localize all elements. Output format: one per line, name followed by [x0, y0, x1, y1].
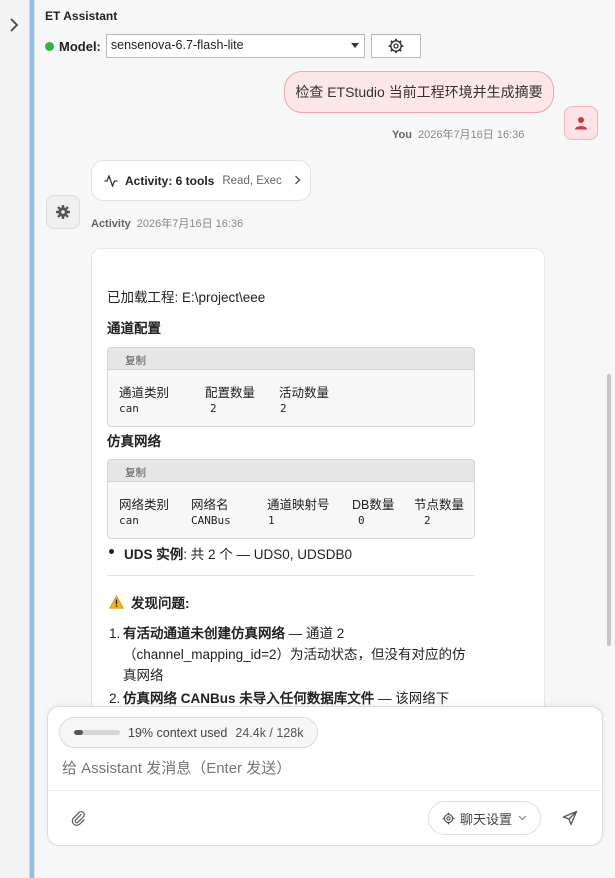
table-cell: can — [119, 514, 139, 527]
uds-text: : 共 2 个 — UDS0, UDSDB0 — [183, 547, 353, 562]
channel-table-header: 通道类别 配置数量 活动数量 — [108, 382, 474, 400]
table-header-cell: 配置数量 — [205, 386, 256, 400]
table-header-cell: 网络类别 — [119, 498, 170, 512]
copy-button[interactable]: 复制 — [108, 348, 474, 370]
message-composer: 19% context used 24.4k / 128k 聊天设置 — [47, 706, 604, 846]
status-dot — [45, 41, 54, 51]
table-row: can 2 2 — [108, 400, 474, 418]
user-message-bubble: 检查 ETStudio 当前工程环境并生成摘要 — [284, 71, 554, 113]
uds-label: UDS 实例 — [124, 547, 184, 562]
model-row: Model: sensenova-6.7-flash-lite — [45, 34, 421, 58]
table-cell: 2 — [210, 402, 217, 415]
table-cell: CANBus — [191, 514, 231, 527]
assistant-avatar — [46, 195, 80, 229]
issue-title: 有活动通道未创建仿真网络 — [123, 626, 285, 641]
activity-author: Activity — [91, 218, 131, 230]
send-icon[interactable] — [562, 810, 578, 831]
activity-title: Activity: 6 tools — [125, 173, 215, 188]
gear-icon — [442, 812, 455, 824]
user-time: 2026年7月16日 16:36 — [417, 129, 525, 141]
sim-network-heading: 仿真网络 — [107, 434, 161, 449]
model-select-value: sensenova-6.7-flash-lite — [110, 38, 244, 52]
copy-button[interactable]: 复制 — [108, 460, 474, 482]
loaded-project-text: 已加载工程: E:\project\eee — [107, 290, 266, 305]
divider — [107, 575, 475, 576]
context-usage-pill[interactable]: 19% context used 24.4k / 128k — [59, 717, 318, 748]
table-header-cell: 通道映射号 — [267, 498, 330, 512]
user-message-text: 检查 ETStudio 当前工程环境并生成摘要 — [295, 84, 543, 100]
side-rail — [0, 0, 30, 878]
chat-scrollbar[interactable] — [607, 374, 611, 646]
caret-down-icon — [350, 43, 359, 48]
panel-title: ET Assistant — [45, 9, 118, 23]
issues-heading-row: 发现问题: — [109, 592, 190, 612]
network-table-header: 网络类别 网络名 通道映射号 DB数量 节点数量 — [108, 494, 474, 512]
composer-divider — [48, 790, 604, 791]
chevron-right-icon[interactable] — [8, 18, 20, 36]
gear-icon — [56, 205, 70, 219]
issue-title: 仿真网络 CANBus 未导入任何数据库文件 — [123, 691, 375, 706]
list-item-number: 1. — [109, 626, 121, 641]
channel-code-block: 复制 通道类别 配置数量 活动数量 can 2 2 — [107, 347, 475, 427]
attach-icon[interactable] — [70, 810, 86, 831]
issues-heading: 发现问题: — [131, 596, 190, 611]
user-author: You — [392, 129, 412, 141]
activity-icon — [104, 174, 118, 187]
table-cell: 0 — [358, 514, 365, 527]
gear-icon — [388, 38, 404, 54]
warning-icon — [109, 595, 124, 609]
table-header-cell: 节点数量 — [414, 498, 465, 512]
network-code-block: 复制 网络类别 网络名 通道映射号 DB数量 节点数量 can CANBus 1… — [107, 459, 475, 539]
model-label: Model: — [59, 38, 101, 54]
issue-text: — 该网络下 — [374, 691, 450, 706]
table-cell: 2 — [280, 402, 287, 415]
context-token-count: 24.4k / 128k — [235, 725, 304, 740]
table-header-cell: 通道类别 — [119, 386, 170, 400]
uds-bullet: UDS 实例: 共 2 个 — UDS0, UDSDB0 — [109, 543, 352, 563]
user-avatar — [564, 106, 598, 140]
table-cell: can — [119, 402, 139, 415]
activity-time: 2026年7月16日 16:36 — [136, 218, 244, 230]
context-usage-text: 19% context used — [128, 725, 228, 740]
channel-config-heading: 通道配置 — [107, 321, 161, 336]
table-header-cell: 活动数量 — [279, 386, 330, 400]
table-header-cell: DB数量 — [352, 498, 395, 512]
table-cell: 1 — [268, 514, 275, 527]
message-input[interactable] — [62, 760, 582, 777]
model-settings-button[interactable] — [370, 34, 421, 58]
activity-chip[interactable]: Activity: 6 tools Read, Exec — [91, 160, 311, 201]
user-icon — [575, 117, 587, 130]
list-item: 1. 有活动通道未创建仿真网络 — 通道 2（channel_mapping_i… — [109, 623, 469, 686]
assistant-panel: ET Assistant Model: sensenova-6.7-flash-… — [34, 0, 615, 878]
issues-list: 1. 有活动通道未创建仿真网络 — 通道 2（channel_mapping_i… — [109, 623, 469, 709]
context-progress-track — [74, 730, 120, 735]
chat-settings-button[interactable]: 聊天设置 — [428, 801, 541, 835]
chevron-right-icon — [294, 173, 301, 188]
table-row: can CANBus 1 0 2 — [108, 512, 474, 530]
model-select[interactable]: sensenova-6.7-flash-lite — [105, 34, 365, 58]
context-progress-fill — [74, 730, 83, 735]
chevron-down-icon — [518, 815, 527, 821]
chat-settings-label: 聊天设置 — [459, 811, 512, 827]
activity-meta: Activity 2026年7月16日 16:36 — [91, 215, 243, 231]
table-header-cell: 网络名 — [191, 498, 229, 512]
assistant-response-card: 已加载工程: E:\project\eee 通道配置 复制 通道类别 配置数量 … — [91, 248, 545, 718]
user-message-meta: You 2026年7月16日 16:36 — [392, 126, 524, 142]
activity-summary: Read, Exec — [222, 174, 282, 187]
table-cell: 2 — [424, 514, 431, 527]
